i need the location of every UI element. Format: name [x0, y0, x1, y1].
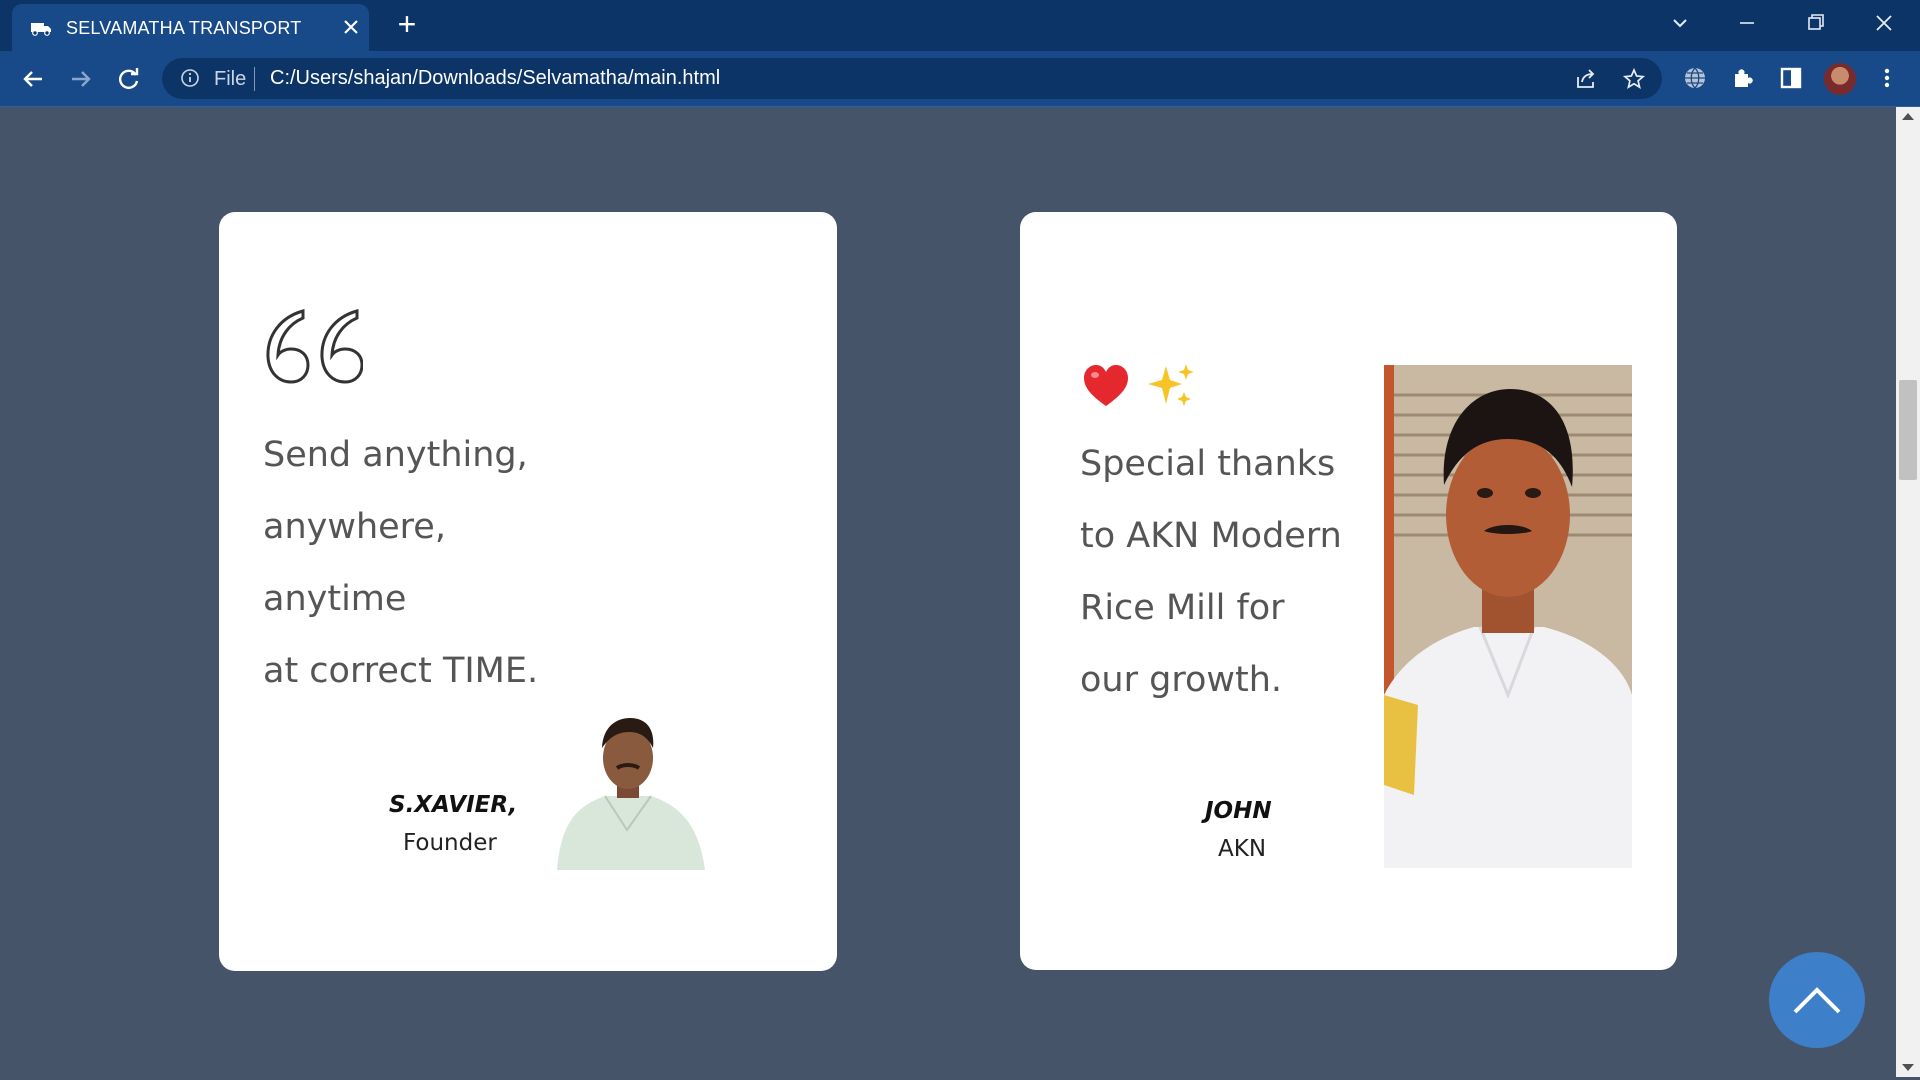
forward-arrow-icon[interactable]	[66, 64, 96, 94]
close-icon[interactable]	[338, 14, 364, 40]
author-role: AKN	[1218, 836, 1267, 862]
quote-line: anywhere,	[263, 507, 446, 547]
back-arrow-icon[interactable]	[18, 64, 48, 94]
quote-line: Send anything,	[263, 435, 528, 475]
author-name: JOHN	[1205, 798, 1272, 824]
testimonial-card-founder: Send anything, anywhere, anytime at corr…	[219, 212, 837, 971]
scrollbar-thumb[interactable]	[1899, 380, 1917, 480]
new-tab-button[interactable]: +	[392, 8, 422, 40]
side-panel-icon[interactable]	[1778, 65, 1804, 91]
extensions-puzzle-icon[interactable]	[1730, 65, 1756, 91]
john-photo	[1384, 365, 1632, 868]
quote-icon	[266, 309, 363, 384]
globe-icon[interactable]	[1682, 65, 1708, 91]
address-bar[interactable]: File C:/Users/shajan/Downloads/Selvamath…	[162, 58, 1662, 99]
vertical-scrollbar[interactable]	[1896, 107, 1920, 1077]
quote-line: Rice Mill for	[1080, 588, 1285, 628]
testimonial-card-john: Special thanks to AKN Modern Rice Mill f…	[1020, 212, 1677, 970]
profile-avatar[interactable]	[1824, 63, 1856, 95]
browser-titlebar: SELVAMATHA TRANSPORT +	[0, 0, 1920, 51]
restore-icon[interactable]	[1795, 8, 1835, 38]
founder-photo	[557, 718, 705, 870]
scroll-up-arrow[interactable]	[1902, 113, 1914, 120]
kebab-menu-icon[interactable]	[1874, 65, 1900, 91]
chevron-up-icon	[1793, 987, 1841, 1014]
quote-line: Special thanks	[1080, 444, 1336, 484]
address-divider	[254, 67, 255, 91]
quote-line: our growth.	[1080, 660, 1283, 700]
close-window-icon[interactable]	[1864, 8, 1904, 38]
info-icon[interactable]	[180, 68, 200, 88]
browser-toolbar: File C:/Users/shajan/Downloads/Selvamath…	[0, 51, 1920, 108]
truck-icon	[31, 23, 51, 36]
author-role: Founder	[403, 830, 497, 856]
quote-line: to AKN Modern	[1080, 516, 1342, 556]
quote-line: at correct TIME.	[263, 651, 539, 691]
back-to-top-button[interactable]	[1769, 952, 1865, 1048]
bookmark-star-icon[interactable]	[1622, 67, 1646, 91]
share-icon[interactable]	[1574, 67, 1598, 91]
scroll-down-arrow[interactable]	[1902, 1064, 1914, 1071]
browser-tab[interactable]: SELVAMATHA TRANSPORT	[12, 4, 369, 51]
tab-search-icon[interactable]	[1660, 8, 1700, 38]
page-viewport: Send anything, anywhere, anytime at corr…	[0, 107, 1896, 1077]
heart-sparkles-emoji	[1084, 364, 1194, 406]
author-name: S.XAVIER,	[389, 792, 518, 818]
minimize-icon[interactable]	[1727, 8, 1767, 38]
quote-line: anytime	[263, 579, 407, 619]
address-url[interactable]: C:/Users/shajan/Downloads/Selvamatha/mai…	[270, 67, 720, 90]
address-scheme: File	[214, 68, 247, 90]
tab-title: SELVAMATHA TRANSPORT	[66, 18, 302, 38]
reload-icon[interactable]	[114, 64, 144, 94]
